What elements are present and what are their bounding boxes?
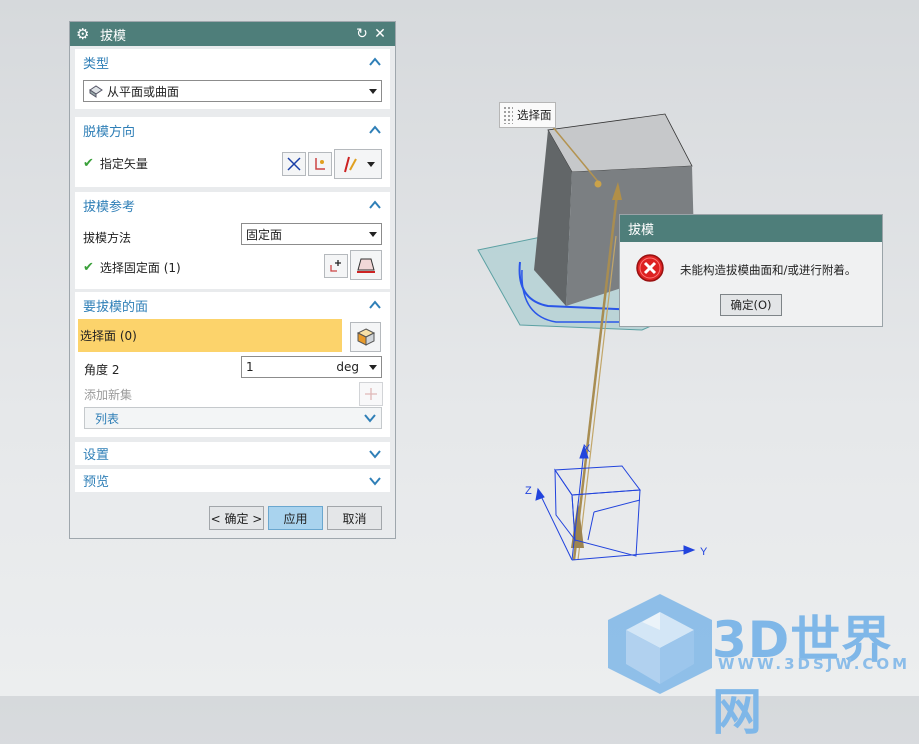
dropdown-arrow-icon[interactable]	[367, 161, 375, 167]
section-type-label: 类型	[83, 56, 110, 72]
section-reference-label: 拔模参考	[83, 199, 136, 215]
apply-button[interactable]: 应用	[268, 506, 323, 530]
draft-face-icon	[357, 258, 375, 273]
vector-type-dropdown[interactable]	[334, 149, 382, 179]
angle-label: 角度 2	[84, 363, 120, 377]
add-new-set-label: 添加新集	[84, 388, 133, 402]
add-set-icon	[330, 260, 341, 272]
block-top	[547, 113, 693, 173]
dialog-title-bar[interactable]: ⚙ 拔模 ↻ ✕	[70, 22, 395, 46]
draft-method-label: 拔模方法	[83, 231, 132, 245]
watermark-url: WWW.3DSJW.COM	[718, 655, 911, 673]
chevron-up-icon[interactable]	[368, 298, 382, 312]
plane-face-button[interactable]	[350, 250, 382, 280]
grip-icon	[503, 106, 513, 124]
section-faces-label: 要拔模的面	[83, 299, 149, 315]
select-face-button[interactable]	[350, 322, 381, 352]
error-ok-button[interactable]: 确定(O)	[720, 294, 782, 316]
add-new-set-row: 添加新集	[84, 386, 387, 403]
specify-vector-label: 指定矢量	[99, 157, 148, 171]
vector-dialog-button[interactable]	[308, 152, 332, 176]
axis-y-label: Y	[700, 546, 708, 558]
reverse-direction-button[interactable]	[282, 152, 306, 176]
ok-button[interactable]: < 确定 >	[209, 506, 264, 530]
vector-dialog-icon	[315, 158, 325, 170]
dropdown-arrow-icon[interactable]	[369, 364, 377, 370]
error-message: 未能构造拔模曲面和/或进行附着。	[680, 263, 857, 277]
section-type-header[interactable]: 类型	[75, 49, 390, 75]
cancel-button[interactable]: 取消	[327, 506, 382, 530]
section-preview: 预览	[75, 469, 390, 492]
draft-dialog: ⚙ 拔模 ↻ ✕ 类型 从平面或曲面 脱模方向 ✔ 指定矢量 拔模参考 拔模方法…	[69, 21, 396, 539]
reverse-direction-icon	[287, 157, 301, 171]
section-settings-header[interactable]: 设置	[75, 442, 390, 465]
section-preview-label: 预览	[83, 475, 110, 490]
axis-x-label: X	[583, 443, 591, 455]
section-reference-header[interactable]: 拔模参考	[75, 192, 390, 218]
chevron-up-icon[interactable]	[368, 198, 382, 212]
chevron-down-icon[interactable]	[368, 474, 382, 488]
draft-method-select[interactable]: 固定面	[241, 223, 382, 245]
add-set-icon	[365, 388, 377, 400]
chevron-up-icon[interactable]	[368, 123, 382, 137]
chevron-down-icon[interactable]	[368, 447, 382, 461]
close-icon[interactable]: ✕	[371, 26, 389, 42]
gear-icon[interactable]: ⚙	[76, 25, 92, 43]
draft-method-value: 固定面	[246, 227, 283, 242]
cube-face-icon	[356, 328, 375, 346]
type-select[interactable]: 从平面或曲面	[83, 80, 382, 102]
vector-type-icon	[344, 156, 357, 173]
select-face-row[interactable]: 选择面 (0)	[78, 319, 342, 352]
reset-icon[interactable]: ↻	[353, 26, 371, 42]
tooltip-label: 选择面	[517, 108, 552, 122]
axis-z-label: Z	[525, 485, 532, 497]
check-icon: ✔	[83, 260, 94, 275]
selection-tooltip: 选择面	[499, 102, 556, 128]
section-settings-label: 设置	[83, 448, 110, 463]
dropdown-arrow-icon[interactable]	[369, 88, 377, 94]
chevron-up-icon[interactable]	[368, 55, 382, 69]
add-new-set-button[interactable]	[359, 382, 383, 406]
section-preview-header[interactable]: 预览	[75, 469, 390, 492]
dropdown-arrow-icon[interactable]	[369, 231, 377, 237]
select-face-label: 选择面 (0)	[80, 329, 137, 343]
section-direction-label: 脱模方向	[83, 124, 136, 140]
error-dialog: 拔模 未能构造拔模曲面和/或进行附着。 确定(O)	[619, 214, 883, 327]
type-select-value: 从平面或曲面	[107, 84, 180, 99]
section-direction-header[interactable]: 脱模方向	[75, 117, 390, 143]
angle-unit: deg	[336, 360, 359, 374]
angle-input[interactable]: 1 deg	[241, 356, 382, 378]
fixed-face-label: 选择固定面 (1)	[99, 261, 181, 275]
error-icon	[636, 254, 664, 282]
section-faces-header[interactable]: 要拔模的面	[75, 292, 390, 318]
section-settings: 设置	[75, 442, 390, 465]
add-fixed-face-button[interactable]	[324, 254, 348, 278]
chevron-down-icon[interactable]	[363, 411, 377, 425]
face-icon	[89, 85, 103, 98]
section-type: 类型 从平面或曲面	[75, 49, 390, 109]
list-toggle[interactable]: 列表	[84, 407, 382, 429]
angle-value: 1	[246, 360, 254, 374]
error-dialog-title[interactable]: 拔模	[620, 215, 882, 242]
watermark-logo	[608, 594, 712, 694]
section-direction: 脱模方向 ✔ 指定矢量	[75, 117, 390, 187]
csys[interactable]	[535, 444, 696, 561]
section-reference: 拔模参考 拔模方法 固定面 ✔ 选择固定面 (1)	[75, 192, 390, 289]
list-label: 列表	[95, 411, 120, 426]
check-icon: ✔	[83, 156, 94, 171]
dialog-title: 拔模	[100, 28, 127, 44]
